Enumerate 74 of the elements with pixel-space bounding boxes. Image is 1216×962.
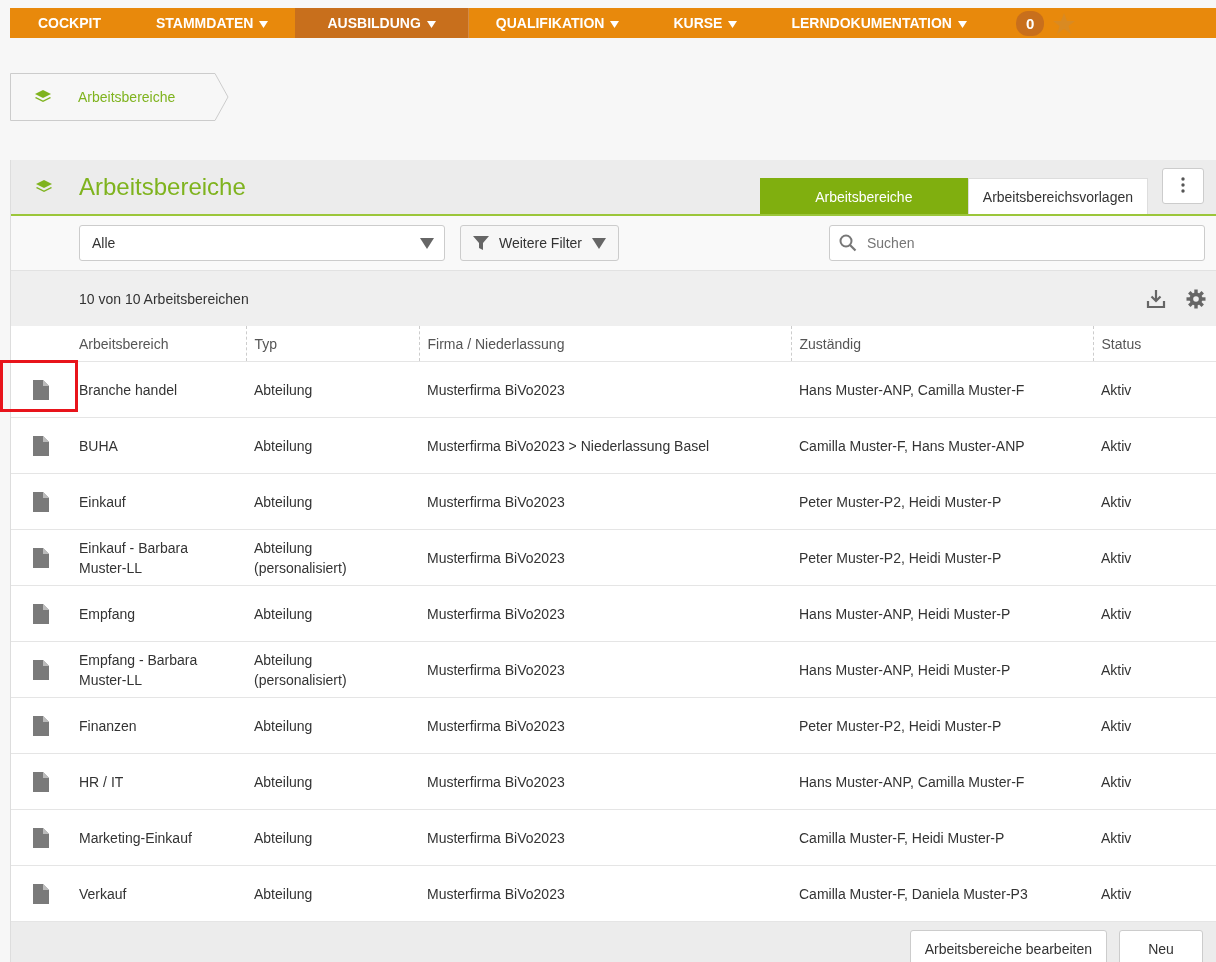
table-cell: Musterfirma BiVo2023 bbox=[419, 809, 791, 866]
caret-icon bbox=[592, 237, 606, 249]
table-cell: Musterfirma BiVo2023 > Niederlassung Basel bbox=[419, 417, 791, 474]
column-header[interactable]: Arbeitsbereich bbox=[71, 326, 246, 362]
table-cell: BUHA bbox=[71, 417, 246, 474]
caret-icon bbox=[420, 237, 434, 249]
table-cell: Empfang - Barbara Muster-LL bbox=[71, 641, 246, 698]
table-cell: Musterfirma BiVo2023 bbox=[419, 585, 791, 642]
table-cell: Camilla Muster-F, Daniela Muster-P3 bbox=[791, 865, 1093, 922]
search-field[interactable]: Suchen bbox=[829, 225, 1205, 261]
table-cell: Empfang bbox=[71, 585, 246, 642]
table-cell: Abteilung (personalisiert) bbox=[246, 529, 419, 586]
table-cell: Musterfirma BiVo2023 bbox=[419, 361, 791, 418]
table-cell: Musterfirma BiVo2023 bbox=[419, 473, 791, 530]
column-header[interactable]: Zuständig bbox=[791, 326, 1093, 362]
table-cell: Camilla Muster-F, Heidi Muster-P bbox=[791, 809, 1093, 866]
table-cell: Abteilung bbox=[246, 473, 419, 530]
table-cell: Aktiv bbox=[1093, 361, 1216, 418]
table-cell: Aktiv bbox=[1093, 585, 1216, 642]
table-cell: Abteilung bbox=[246, 809, 419, 866]
table-cell: Aktiv bbox=[1093, 809, 1216, 866]
table-cell: Abteilung bbox=[246, 361, 419, 418]
table-cell: Einkauf bbox=[71, 473, 246, 530]
table-cell: Aktiv bbox=[1093, 753, 1216, 810]
table-cell: Abteilung bbox=[246, 697, 419, 754]
nav-item[interactable]: AUSBILDUNG bbox=[295, 8, 469, 38]
filter-icon bbox=[473, 235, 489, 251]
table-cell: Musterfirma BiVo2023 bbox=[419, 641, 791, 698]
table-cell: Peter Muster-P2, Heidi Muster-P bbox=[791, 697, 1093, 754]
table-cell: Musterfirma BiVo2023 bbox=[419, 529, 791, 586]
table-cell: Peter Muster-P2, Heidi Muster-P bbox=[791, 529, 1093, 586]
table-cell: Aktiv bbox=[1093, 473, 1216, 530]
table-cell: Branche handel bbox=[71, 361, 246, 418]
table-cell: Verkauf bbox=[71, 865, 246, 922]
table-cell: Hans Muster-ANP, Camilla Muster-F bbox=[791, 361, 1093, 418]
column-header[interactable]: Firma / Niederlassung bbox=[419, 326, 791, 362]
settings-icon[interactable] bbox=[1186, 288, 1206, 309]
table-cell: Abteilung bbox=[246, 585, 419, 642]
table-cell: Aktiv bbox=[1093, 697, 1216, 754]
table-cell: Einkauf - Barbara Muster-LL bbox=[71, 529, 246, 586]
table-cell: Camilla Muster-F, Hans Muster-ANP bbox=[791, 417, 1093, 474]
table-cell: Peter Muster-P2, Heidi Muster-P bbox=[791, 473, 1093, 530]
table-cell: Musterfirma BiVo2023 bbox=[419, 753, 791, 810]
filter-select[interactable]: Alle bbox=[79, 225, 445, 261]
table-cell: Abteilung bbox=[246, 753, 419, 810]
table-cell: Musterfirma BiVo2023 bbox=[419, 697, 791, 754]
table-cell: Marketing-Einkauf bbox=[71, 809, 246, 866]
layers-icon bbox=[35, 179, 53, 195]
more-icon bbox=[1181, 176, 1185, 193]
column-header[interactable]: Typ bbox=[246, 326, 419, 362]
table-cell: Hans Muster-ANP, Heidi Muster-P bbox=[791, 641, 1093, 698]
notification-badge[interactable]: 0 bbox=[1015, 10, 1045, 36]
table-cell: Hans Muster-ANP, Heidi Muster-P bbox=[791, 585, 1093, 642]
table-cell: Aktiv bbox=[1093, 529, 1216, 586]
table-cell: Abteilung bbox=[246, 865, 419, 922]
table-cell: Abteilung bbox=[246, 417, 419, 474]
table-cell: Aktiv bbox=[1093, 865, 1216, 922]
table-cell: Finanzen bbox=[71, 697, 246, 754]
table-cell: Aktiv bbox=[1093, 641, 1216, 698]
table-cell: Aktiv bbox=[1093, 417, 1216, 474]
tab[interactable]: Arbeitsbereichsvorlagen bbox=[967, 178, 1148, 214]
table-cell: Abteilung (personalisiert) bbox=[246, 641, 419, 698]
footer-button[interactable]: Arbeitsbereiche bearbeiten bbox=[909, 930, 1107, 962]
panel-title: Arbeitsbereiche bbox=[79, 173, 246, 201]
table-cell: Hans Muster-ANP, Camilla Muster-F bbox=[791, 753, 1093, 810]
table-cell: HR / IT bbox=[71, 753, 246, 810]
filter-button[interactable]: Weitere Filter bbox=[460, 225, 619, 261]
column-header[interactable]: Status bbox=[1093, 326, 1216, 362]
footer-button[interactable]: Neu bbox=[1119, 930, 1203, 962]
document-icon bbox=[33, 379, 49, 400]
table-cell: Musterfirma BiVo2023 bbox=[419, 865, 791, 922]
download-icon[interactable] bbox=[1146, 288, 1166, 309]
layers-icon bbox=[34, 89, 52, 105]
result-count: 10 von 10 Arbeitsbereichen bbox=[79, 290, 249, 307]
